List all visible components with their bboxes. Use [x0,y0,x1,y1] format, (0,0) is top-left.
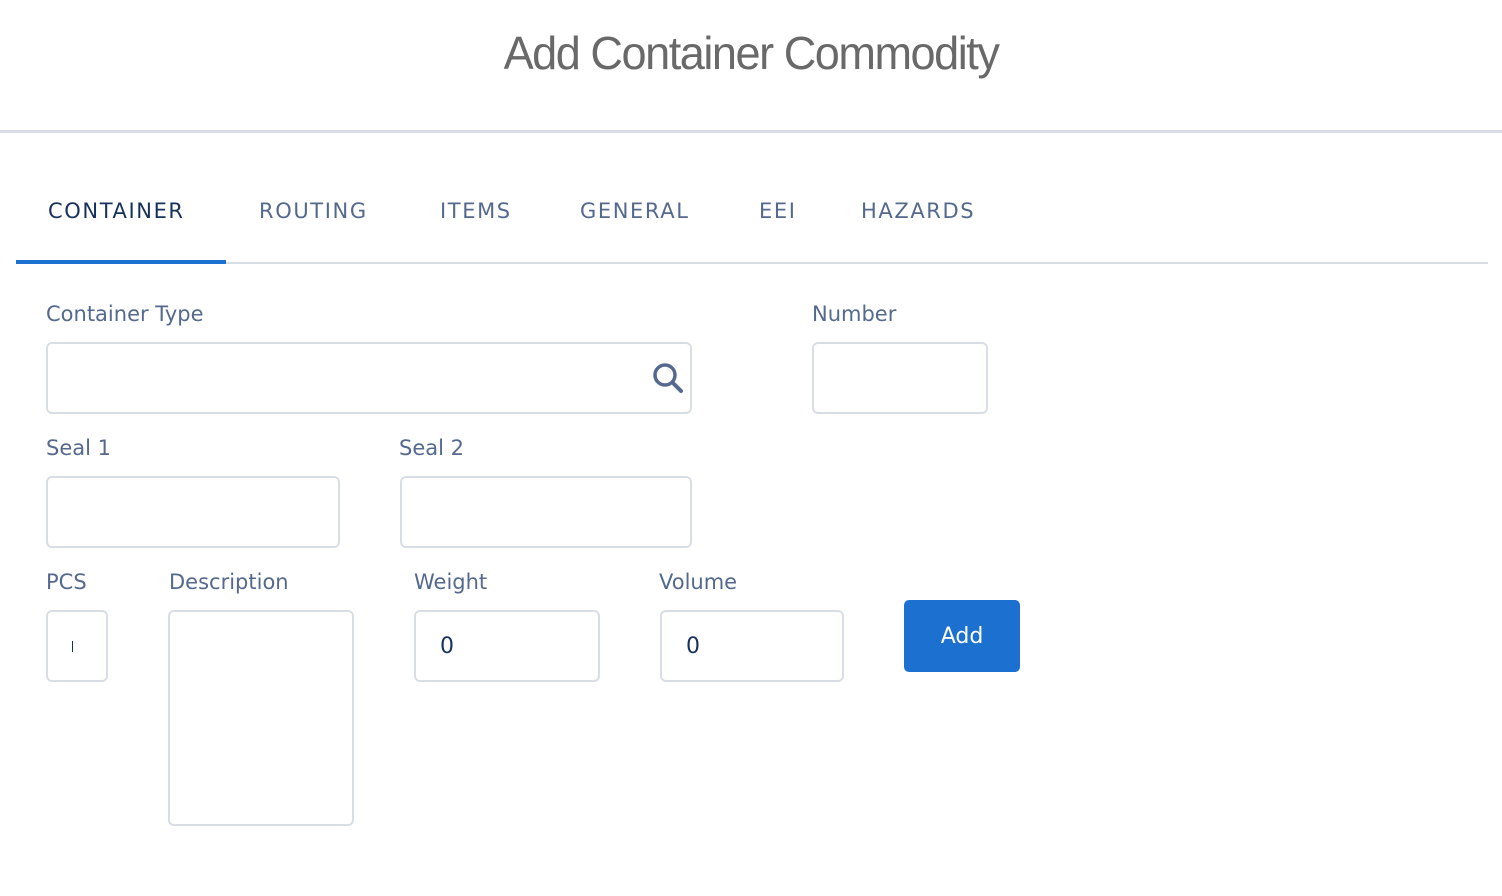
page-header: Add Container Commodity [0,0,1502,130]
seal1-input[interactable] [46,476,340,548]
tab-general[interactable]: GENERAL [580,182,690,262]
number-input[interactable] [812,342,988,414]
search-icon[interactable] [651,361,685,395]
tab-eei[interactable]: EEI [759,182,797,262]
tab-bar: CONTAINER ROUTING ITEMS GENERAL EEI HAZA… [16,182,1488,264]
description-textarea[interactable] [168,610,354,826]
number-label: Number [812,302,897,326]
seal2-label: Seal 2 [399,436,464,460]
volume-input[interactable] [660,610,844,682]
container-type-input[interactable] [46,342,692,414]
volume-label: Volume [659,570,738,594]
container-type-label: Container Type [46,302,204,326]
tab-routing[interactable]: ROUTING [259,182,368,262]
pcs-input[interactable] [46,610,108,682]
pcs-label: PCS [46,570,87,594]
tabs-divider [16,262,1488,264]
seal1-label: Seal 1 [46,436,111,460]
tab-hazards[interactable]: HAZARDS [861,182,975,262]
add-button[interactable]: Add [904,600,1020,672]
active-tab-indicator [16,260,226,264]
tab-container[interactable]: CONTAINER [48,182,185,262]
seal2-input[interactable] [400,476,692,548]
text-cursor [72,641,73,652]
description-label: Description [169,570,289,594]
page-title: Add Container Commodity [503,27,1000,79]
tab-items[interactable]: ITEMS [440,182,512,262]
header-divider [0,130,1502,133]
weight-input[interactable] [414,610,600,682]
weight-label: Weight [414,570,488,594]
